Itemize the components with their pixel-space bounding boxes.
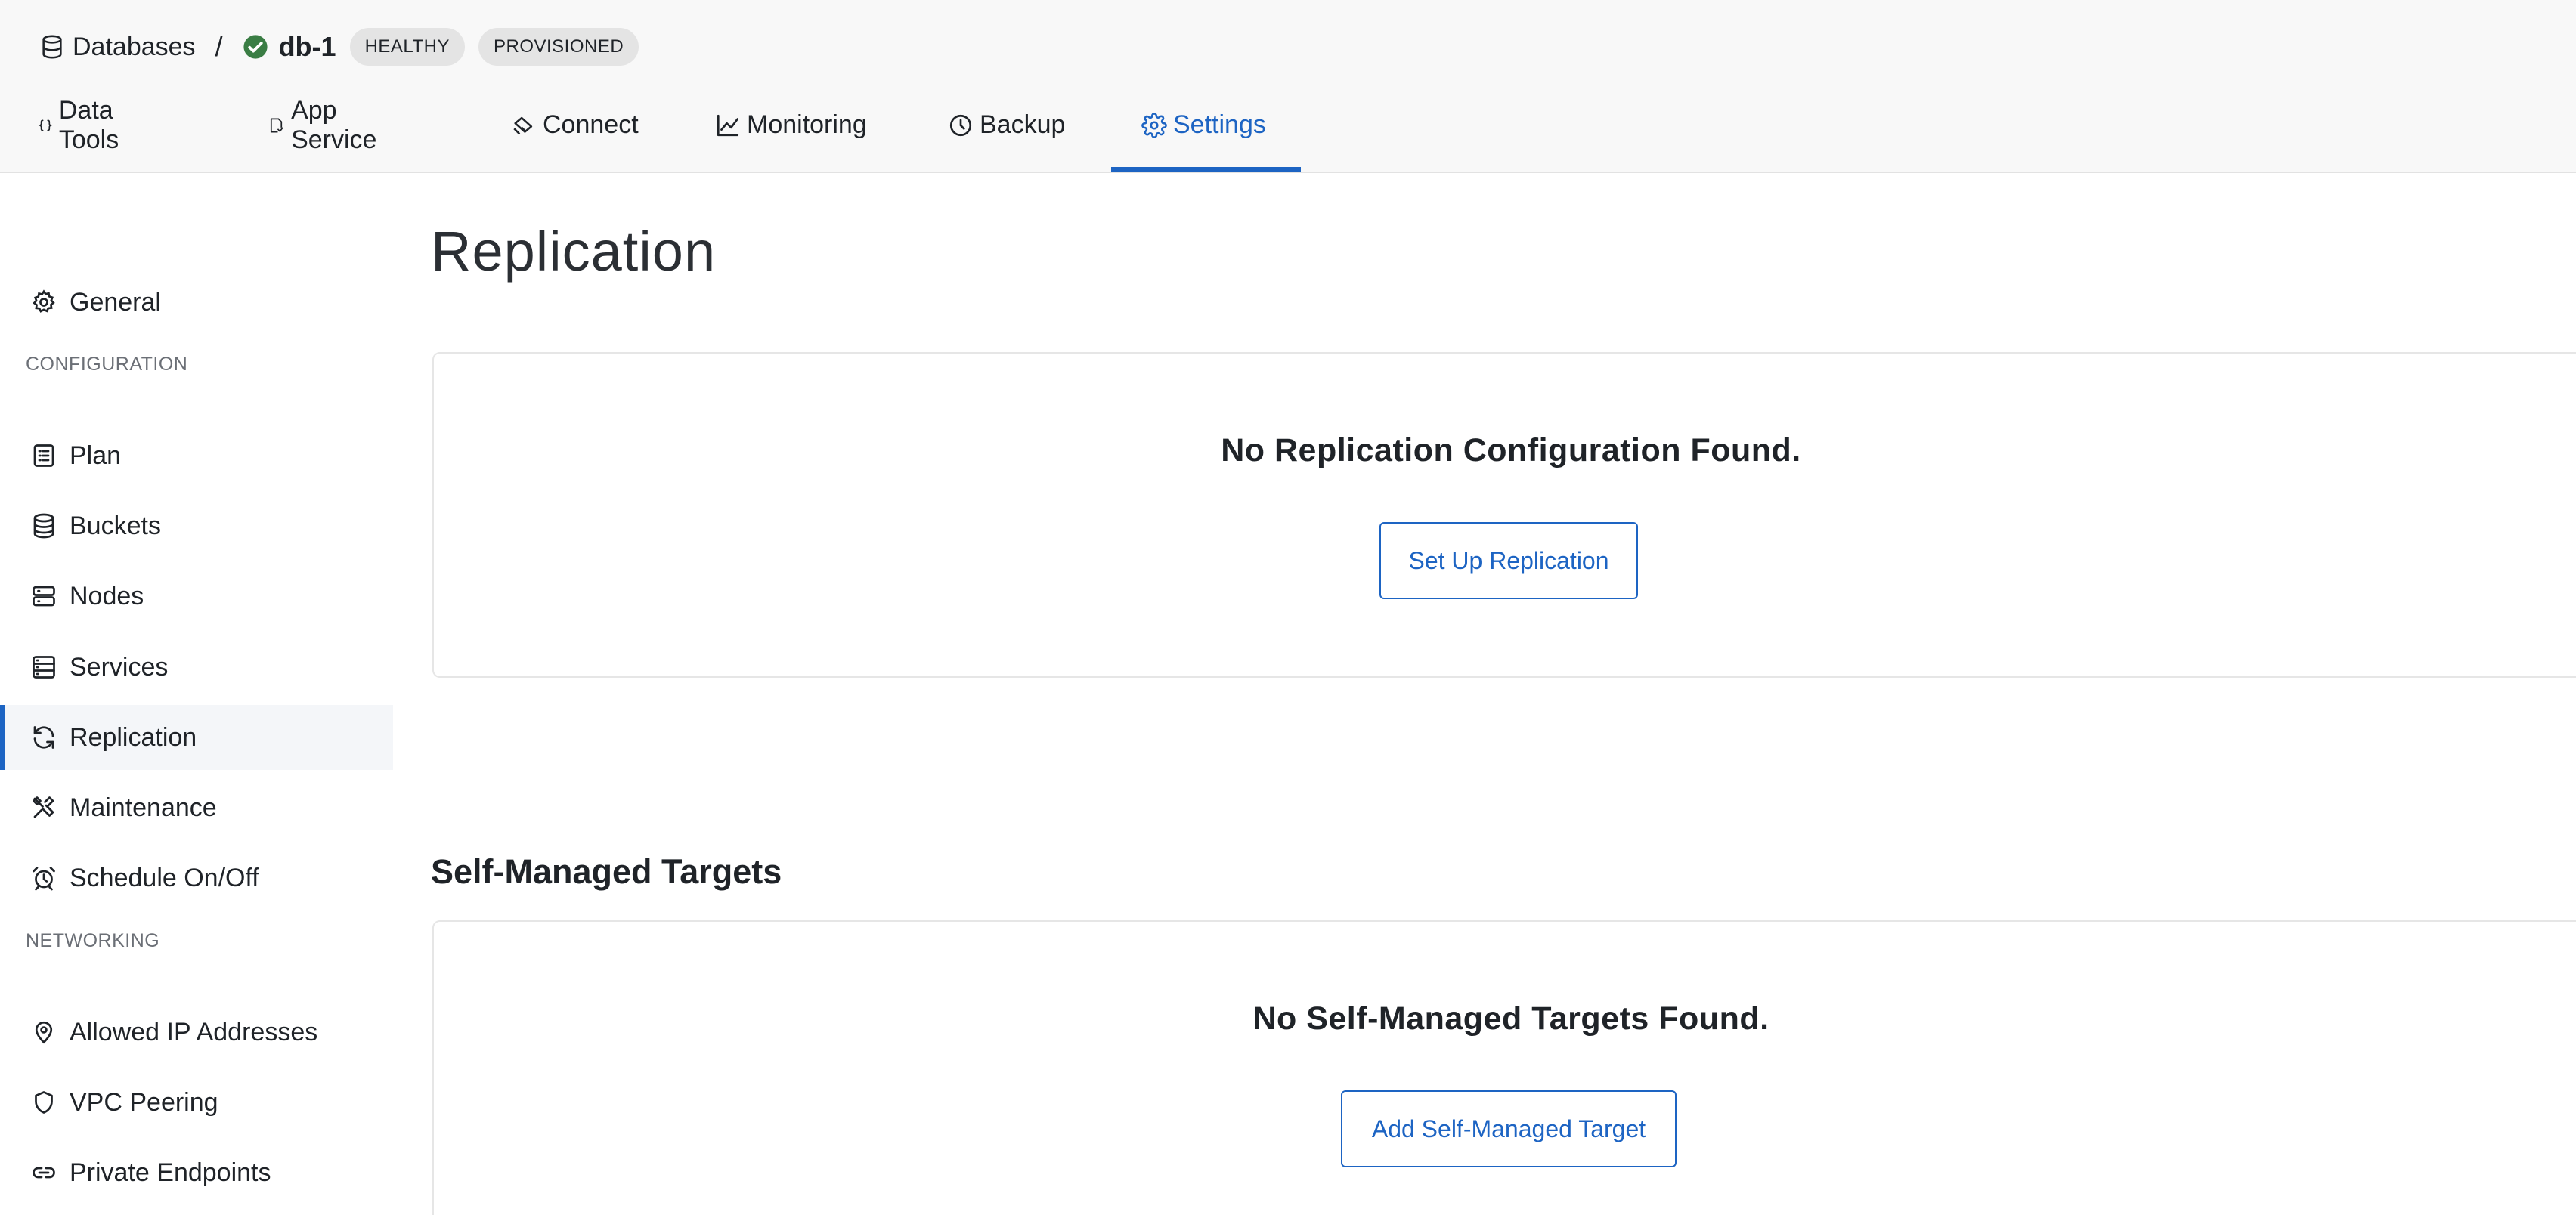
sidebar-item-label: Plan <box>70 441 122 470</box>
gear-icon <box>33 289 55 313</box>
sidebar-item-buckets[interactable]: Buckets <box>0 493 393 558</box>
sidebar-item-label: Nodes <box>70 581 144 611</box>
sidebar-item-replication[interactable]: Replication <box>0 705 393 770</box>
alarm-icon <box>33 867 55 891</box>
plan-icon <box>33 444 54 467</box>
tab-app-service[interactable]: App Service <box>268 95 385 173</box>
self-managed-targets-heading: Self-Managed Targets <box>431 852 782 891</box>
sidebar-item-label: Maintenance <box>70 793 217 822</box>
connect-icon <box>513 116 533 134</box>
tab-connect[interactable]: Connect <box>511 98 639 173</box>
set-up-replication-button[interactable]: Set Up Replication <box>1379 522 1638 599</box>
link-icon <box>33 1167 55 1179</box>
sidebar-item-label: Buckets <box>70 511 161 540</box>
app-service-icon <box>270 117 283 133</box>
nodes-icon <box>33 586 55 607</box>
gear-icon <box>1141 112 1167 138</box>
active-tab-indicator <box>1111 167 1301 172</box>
sidebar-item-allowed-ip[interactable]: Allowed IP Addresses <box>0 1000 393 1065</box>
sidebar-item-label: Replication <box>70 722 197 752</box>
sidebar-item-maintenance[interactable]: Maintenance <box>0 775 393 840</box>
tab-label: Settings <box>1173 110 1266 139</box>
sidebar-item-general[interactable]: General <box>0 270 393 335</box>
tab-monitoring[interactable]: Monitoring <box>715 98 867 173</box>
status-badge-provisioned: PROVISIONED <box>478 28 639 66</box>
status-badge-healthy: HEALTHY <box>349 28 465 66</box>
tab-settings[interactable]: Settings <box>1141 98 1266 173</box>
sync-icon <box>33 726 54 749</box>
chart-line-icon <box>717 114 739 136</box>
tools-icon <box>33 796 54 818</box>
sidebar-item-plan[interactable]: Plan <box>0 423 393 488</box>
page-title: Replication <box>431 220 717 283</box>
breadcrumb-root-label: Databases <box>73 32 196 61</box>
sidebar-item-label: Allowed IP Addresses <box>70 1017 318 1047</box>
shield-icon <box>35 1091 53 1114</box>
healthy-check-icon <box>243 35 268 59</box>
database-icon <box>42 35 62 59</box>
sidebar-item-label: Services <box>70 652 169 682</box>
replication-empty-card: No Replication Configuration Found. Set … <box>432 352 2576 678</box>
tab-label: App Service <box>291 95 377 154</box>
breadcrumb: Databases / db-1 HEALTHY PROVISIONED <box>39 26 652 68</box>
sidebar-item-private-endpoints[interactable]: Private Endpoints <box>0 1140 393 1205</box>
sidebar-item-label: Private Endpoints <box>70 1158 271 1187</box>
app-window: Databases / db-1 HEALTHY PROVISIONED Dat… <box>0 0 2576 1215</box>
add-self-managed-target-button[interactable]: Add Self-Managed Target <box>1341 1090 1677 1167</box>
sidebar-section-networking: NETWORKING <box>26 930 160 951</box>
breadcrumb-separator: / <box>215 31 223 62</box>
settings-sidebar: General CONFIGURATION Plan Buckets Nodes… <box>0 174 393 1215</box>
sidebar-item-vpc-peering[interactable]: VPC Peering <box>0 1070 393 1135</box>
tab-label: Data Tools <box>58 95 119 154</box>
database-name: db-1 <box>278 31 336 62</box>
empty-state-message: No Self-Managed Targets Found. <box>1252 1000 1769 1037</box>
sidebar-item-label: VPC Peering <box>70 1087 218 1117</box>
tab-label: Backup <box>980 110 1066 139</box>
services-icon <box>33 656 55 679</box>
sidebar-item-label: Schedule On/Off <box>70 863 259 892</box>
sidebar-item-label: General <box>70 287 161 317</box>
sidebar-item-services[interactable]: Services <box>0 635 393 700</box>
tab-data-tools[interactable]: Data Tools <box>38 95 129 173</box>
clock-icon <box>949 114 972 136</box>
top-header: Databases / db-1 HEALTHY PROVISIONED Dat… <box>0 0 2576 173</box>
sidebar-item-nodes[interactable]: Nodes <box>0 564 393 629</box>
breadcrumb-databases-link[interactable]: Databases <box>39 32 196 62</box>
tab-label: Monitoring <box>747 110 867 139</box>
self-managed-targets-card: No Self-Managed Targets Found. Add Self-… <box>432 920 2576 1215</box>
location-pin-icon <box>35 1021 53 1044</box>
empty-state-message: No Replication Configuration Found. <box>1221 432 1801 468</box>
tab-backup[interactable]: Backup <box>948 98 1065 173</box>
tab-label: Connect <box>543 110 639 139</box>
sidebar-section-configuration: CONFIGURATION <box>26 354 188 375</box>
database-icon <box>33 513 54 539</box>
sidebar-item-schedule[interactable]: Schedule On/Off <box>0 846 393 910</box>
braces-icon <box>38 119 53 131</box>
